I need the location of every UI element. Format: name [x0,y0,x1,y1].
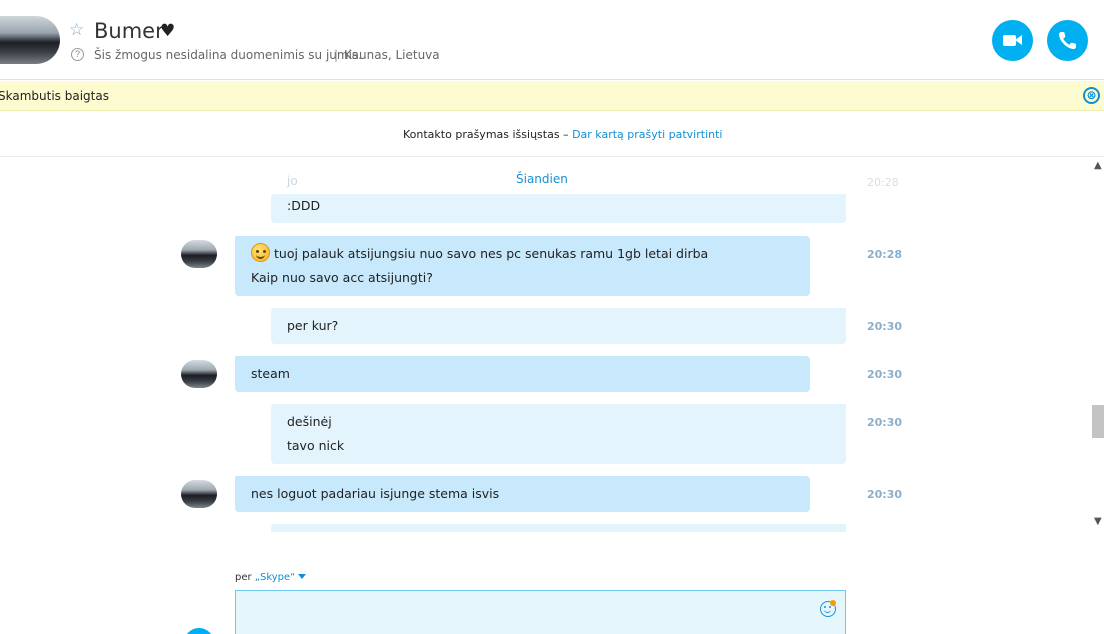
message-text: steam [251,366,290,381]
contact-request-notice: Kontakto prašymas išsiųstas – Dar kartą … [0,112,1104,157]
message-text: per kur? [287,318,339,333]
message-time: 20:30 [867,320,903,333]
call-ended-banner: Skambutis baigtas ⊗ [0,81,1104,111]
header-separator: | [334,48,339,62]
contact-location: Kaunas, Lietuva [344,48,440,62]
avatar[interactable] [181,480,217,508]
message-bubble-outgoing[interactable]: dešinėj tavo nick [271,404,846,464]
message-time: 20:28 [867,248,903,261]
send-via-label: per „Skype“ [235,572,307,584]
message-text: nes loguot padariau isjunge stema isvis [251,486,500,501]
message-time: 20:30 [867,368,903,381]
message-text: tuoj palauk atsijungsiu nuo savo nes pc … [274,246,709,261]
message-text: Kaip nuo savo acc atsijungti? [251,270,433,285]
message-bubble-outgoing[interactable]: per kur? [271,308,846,344]
video-call-button[interactable] [992,20,1033,61]
message-composer[interactable] [235,590,846,634]
voice-call-button[interactable] [1047,20,1088,61]
my-avatar[interactable] [184,628,214,634]
avatar[interactable] [181,240,217,268]
contact-request-text: Kontakto prašymas išsiųstas – [403,128,573,141]
message-line: tuoj palauk atsijungsiu nuo savo nes pc … [251,242,794,266]
contact-request-line: Kontakto prašymas išsiųstas – Dar kartą … [403,127,722,143]
send-via-prefix: per [235,572,255,583]
message-bubble-outgoing[interactable]: :DDD [271,194,846,223]
scroll-down-arrow-icon[interactable]: ▼ [1094,516,1102,528]
contact-name[interactable]: Bumer [94,17,164,45]
phone-icon [1059,32,1076,49]
star-icon[interactable]: ☆ [69,20,84,40]
message-bubble-incoming[interactable]: nes loguot padariau isjunge stema isvis [235,476,810,512]
resend-request-link[interactable]: Dar kartą prašyti patvirtinti [572,128,722,141]
faded-message-time: 20:28 [867,176,899,189]
chat-scrollbar[interactable]: ▲ ▼ [1092,158,1104,532]
message-input[interactable] [246,599,806,623]
message-text: tavo nick [287,438,345,453]
message-time: 20:30 [867,416,903,429]
heart-icon: ♥ [160,21,176,41]
send-via-selector[interactable]: „Skype“ [255,572,296,583]
contact-avatar[interactable] [0,16,60,64]
help-icon[interactable]: ? [71,48,84,61]
message-bubble-outgoing[interactable] [271,524,846,532]
message-text: dešinėj [287,414,332,429]
scroll-thumb[interactable] [1092,405,1104,438]
smile-icon [251,243,270,262]
message-history[interactable]: jo 20:28 Šiandien :DDD tuoj palauk atsij… [0,158,1092,532]
message-text: :DDD [287,198,321,213]
message-bubble-incoming[interactable]: steam [235,356,810,392]
avatar[interactable] [181,360,217,388]
message-bubble-incoming[interactable]: tuoj palauk atsijungsiu nuo savo nes pc … [235,236,810,296]
privacy-status: Šis žmogus nesidalina duomenimis su jumi… [94,48,362,62]
scroll-up-arrow-icon[interactable]: ▲ [1094,160,1102,172]
emoticon-notification-dot [830,600,836,606]
close-icon[interactable]: ⊗ [1083,87,1100,104]
chevron-down-icon[interactable] [298,574,307,579]
message-time: 20:30 [867,488,903,501]
call-ended-text: Skambutis baigtas [0,89,109,103]
faded-message-text: jo [287,174,298,188]
conversation-header: ☆ Bumer ♥ ? Šis žmogus nesidalina duomen… [0,0,1104,80]
video-camera-lens [1015,35,1022,45]
date-divider: Šiandien [516,172,568,186]
skype-chat-window: ☆ Bumer ♥ ? Šis žmogus nesidalina duomen… [0,0,1104,634]
